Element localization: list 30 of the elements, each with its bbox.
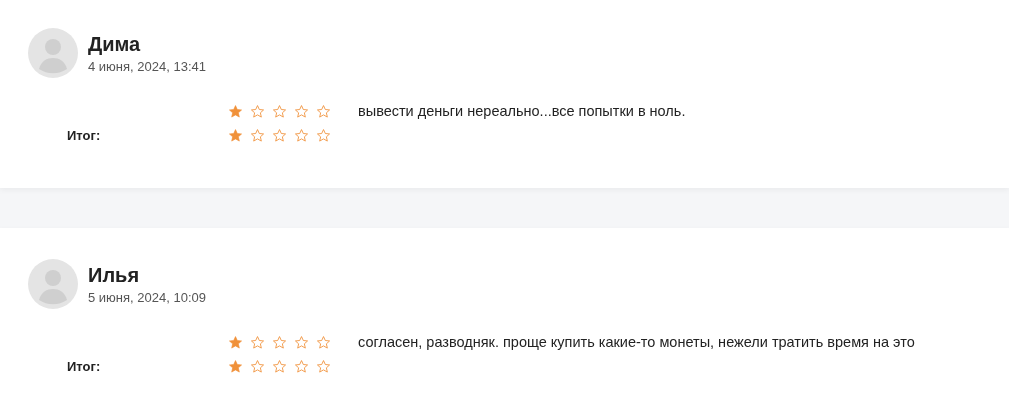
- filled-star-icon: [228, 127, 243, 143]
- empty-star-icon: [294, 127, 309, 143]
- author-name: Илья: [88, 262, 141, 287]
- empty-star-icon: [250, 334, 265, 350]
- avatar-icon: [28, 259, 78, 309]
- empty-star-icon: [294, 103, 309, 119]
- empty-star-icon: [316, 103, 331, 119]
- empty-star-icon: [272, 358, 287, 374]
- empty-star-icon: [316, 358, 331, 374]
- review-text: согласен, разводняк. проще купить какие-то монеты, нежели тратить время на это: [358, 334, 915, 350]
- empty-star-icon: [294, 358, 309, 374]
- filled-star-icon: [228, 334, 243, 350]
- empty-star-icon: [250, 127, 265, 143]
- empty-star-icon: [250, 358, 265, 374]
- author-name: Дима: [88, 31, 142, 56]
- empty-star-icon: [250, 103, 265, 119]
- empty-star-icon: [316, 127, 331, 143]
- review-date: 4 июня, 2024, 13:41: [88, 58, 206, 75]
- empty-star-icon: [294, 334, 309, 350]
- empty-star-icon: [272, 127, 287, 143]
- review-date: 5 июня, 2024, 10:09: [88, 289, 206, 306]
- review-text: вывести деньги нереально...все попытки в ноль.: [358, 103, 686, 119]
- filled-star-icon: [228, 358, 243, 374]
- empty-star-icon: [272, 334, 287, 350]
- rating-label: Итог:: [67, 359, 101, 374]
- empty-star-icon: [316, 334, 331, 350]
- rating-label: Итог:: [67, 128, 101, 143]
- empty-star-icon: [272, 103, 287, 119]
- filled-star-icon: [228, 103, 243, 119]
- avatar-icon: [28, 28, 78, 78]
